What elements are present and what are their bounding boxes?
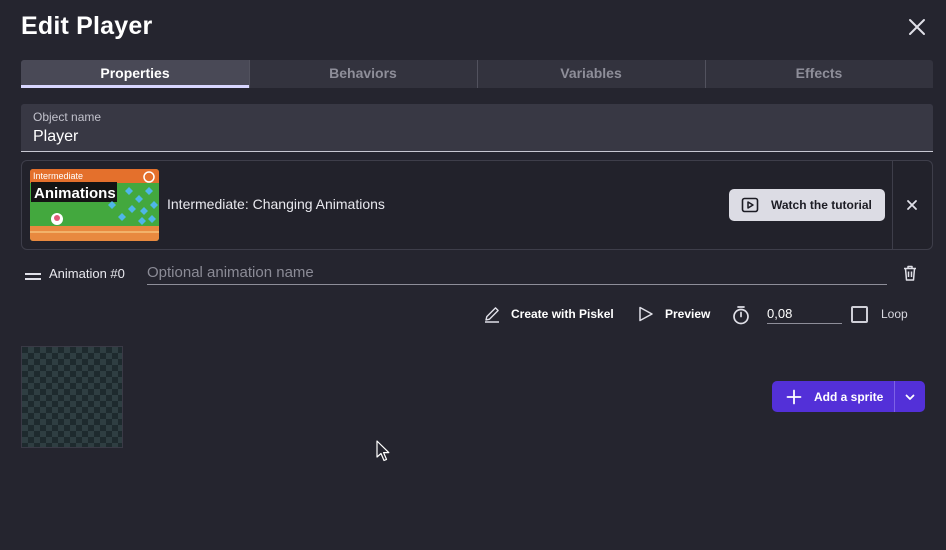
preview-label: Preview bbox=[665, 307, 711, 321]
chevron-down-icon bbox=[905, 394, 915, 400]
play-video-icon bbox=[741, 197, 759, 213]
tab-properties[interactable]: Properties bbox=[21, 60, 249, 88]
loop-label: Loop bbox=[881, 307, 908, 321]
tutorial-thumbnail: Intermediate Animations bbox=[30, 169, 159, 241]
create-with-piskel-button[interactable]: Create with Piskel bbox=[483, 298, 619, 330]
add-sprite-split-button: Add a sprite bbox=[772, 381, 925, 412]
frame-duration-input[interactable] bbox=[767, 304, 842, 324]
dismiss-tutorial-button[interactable] bbox=[904, 197, 920, 213]
close-icon bbox=[907, 200, 917, 210]
trash-icon bbox=[904, 265, 916, 281]
sprite-thumbnail[interactable] bbox=[21, 346, 123, 448]
delete-animation-button[interactable] bbox=[901, 264, 919, 282]
tutorial-title: Intermediate: Changing Animations bbox=[167, 196, 385, 212]
tutorial-banner: Intermediate Animations Intermediate: Ch… bbox=[21, 160, 933, 250]
drag-handle-icon[interactable] bbox=[25, 269, 41, 280]
create-with-piskel-label: Create with Piskel bbox=[511, 307, 614, 321]
tab-behaviors[interactable]: Behaviors bbox=[249, 60, 477, 88]
loop-checkbox[interactable] bbox=[851, 306, 868, 323]
plus-icon bbox=[786, 389, 802, 405]
object-name-field[interactable]: Object name Player bbox=[21, 104, 933, 152]
mouse-cursor-icon bbox=[376, 440, 390, 462]
timer-icon bbox=[731, 298, 753, 330]
object-name-label: Object name bbox=[33, 110, 102, 124]
tutorial-divider bbox=[892, 161, 893, 249]
thumbnail-title: Animations bbox=[34, 185, 116, 202]
animation-toolbar: Create with Piskel Preview Loop bbox=[0, 298, 946, 330]
tab-variables[interactable]: Variables bbox=[477, 60, 705, 88]
pencil-icon bbox=[485, 307, 499, 323]
close-dialog-button[interactable] bbox=[904, 14, 930, 40]
watch-tutorial-button[interactable]: Watch the tutorial bbox=[729, 189, 885, 221]
add-sprite-label: Add a sprite bbox=[814, 390, 884, 404]
animation-name-input[interactable] bbox=[147, 260, 887, 285]
play-icon bbox=[639, 306, 653, 322]
dialog-title: Edit Player bbox=[21, 12, 153, 40]
object-name-input[interactable]: Player bbox=[33, 128, 78, 146]
add-sprite-dropdown[interactable] bbox=[895, 381, 925, 412]
close-icon bbox=[909, 19, 925, 35]
watch-tutorial-label: Watch the tutorial bbox=[771, 198, 872, 212]
add-sprite-button[interactable]: Add a sprite bbox=[772, 381, 894, 412]
tab-effects[interactable]: Effects bbox=[705, 60, 933, 88]
thumbnail-tag: Intermediate bbox=[33, 171, 83, 181]
animation-row: Animation #0 bbox=[21, 260, 933, 288]
animation-label: Animation #0 bbox=[49, 266, 125, 281]
tab-bar: Properties Behaviors Variables Effects bbox=[21, 60, 933, 88]
preview-button[interactable]: Preview bbox=[637, 298, 715, 330]
